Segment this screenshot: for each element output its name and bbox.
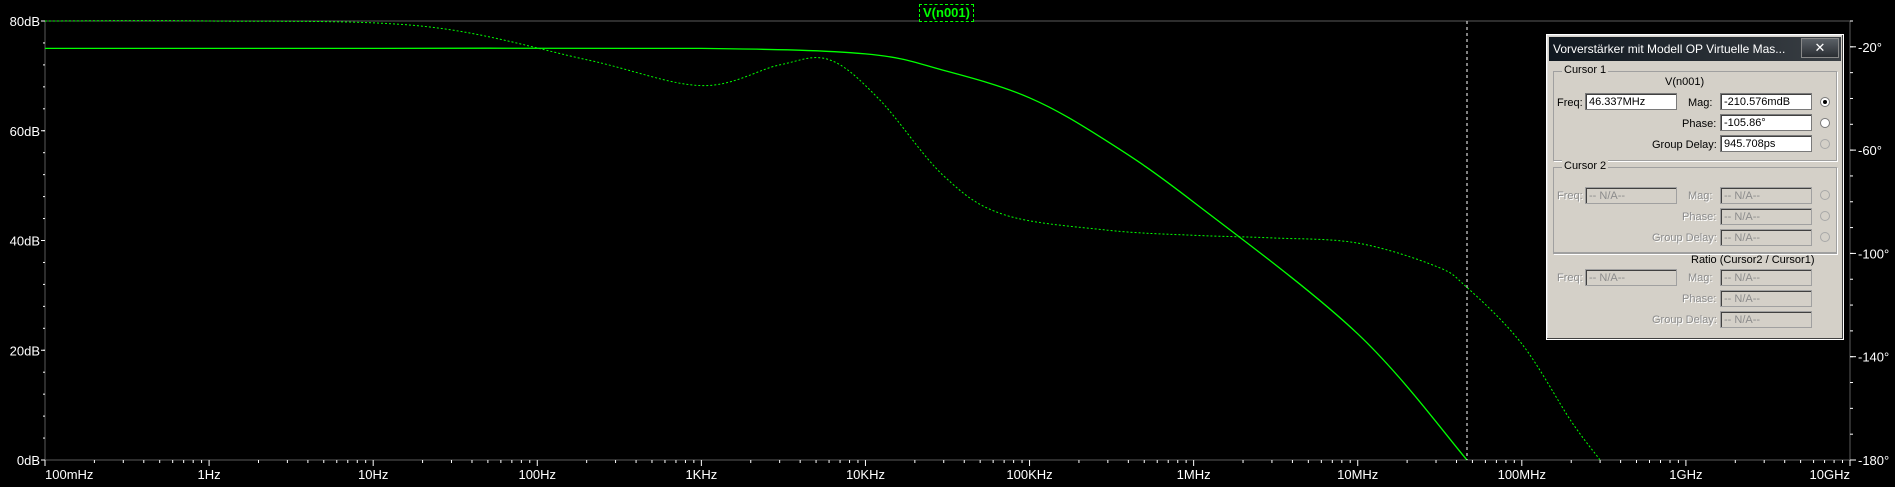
x-tick-label: 10GHz <box>1810 467 1850 482</box>
cursor-1-phase-field[interactable]: -105.86° <box>1720 114 1812 131</box>
cursor-2-freq-label: Freq: <box>1557 190 1583 202</box>
cursor-1-mag-label: Mag: <box>1688 97 1713 109</box>
cursor-2-gd-radio[interactable] <box>1820 232 1830 242</box>
phase-trace[interactable] <box>44 20 1601 461</box>
magnitude-trace[interactable] <box>45 47 1468 461</box>
x-tick-label: 100MHz <box>1498 467 1546 482</box>
ratio-freq-field[interactable]: -- N/A-- <box>1585 269 1677 286</box>
ratio-mag-field[interactable]: -- N/A-- <box>1720 269 1812 286</box>
cursor-2-phase-field[interactable]: -- N/A-- <box>1720 208 1812 225</box>
y2-tick-label: -60° <box>1858 143 1882 158</box>
ratio-gd-field[interactable]: -- N/A-- <box>1720 311 1812 328</box>
ratio-phase-label: Phase: <box>1682 293 1717 305</box>
cursor-1-gd-label: Group Delay: <box>1652 139 1717 151</box>
x-tick-label: 100Hz <box>518 467 556 482</box>
cursor-2-phase-label: Phase: <box>1682 211 1717 223</box>
cursor-2-freq-field[interactable]: -- N/A-- <box>1585 187 1677 204</box>
dialog-title[interactable]: Vorverstärker mit Modell OP Virtuelle Ma… <box>1549 37 1841 61</box>
x-tick-label: 1Hz <box>198 467 221 482</box>
y-tick-label: 40dB <box>10 234 40 249</box>
cursor-2-mag-label: Mag: <box>1688 190 1713 202</box>
cursor-2-gd-field[interactable]: -- N/A-- <box>1720 229 1812 246</box>
cursor-1-phase-radio[interactable] <box>1820 118 1830 128</box>
x-tick-label: 1GHz <box>1669 467 1702 482</box>
cursor-1-title: Cursor 1 <box>1562 64 1609 76</box>
cursor-1-freq-label: Freq: <box>1557 97 1583 109</box>
cursor-2-phase-radio[interactable] <box>1820 211 1830 221</box>
cursor-dialog[interactable]: Vorverstärker mit Modell OP Virtuelle Ma… <box>1546 34 1844 340</box>
ratio-mag-label: Mag: <box>1688 272 1713 284</box>
x-tick-label: 1KHz <box>685 467 717 482</box>
x-tick-label: 10MHz <box>1337 467 1378 482</box>
cursor-1-phase-label: Phase: <box>1682 118 1717 130</box>
y-tick-label: 20dB <box>10 343 40 358</box>
y2-tick-label: -100° <box>1858 246 1889 261</box>
cursor-2-title: Cursor 2 <box>1562 160 1609 172</box>
cursor-1-freq-field[interactable]: 46.337MHz <box>1585 93 1677 110</box>
cursor-2-gd-label: Group Delay: <box>1652 232 1717 244</box>
ratio-freq-label: Freq: <box>1557 272 1583 284</box>
y-tick-label: 0dB <box>17 453 40 468</box>
y2-tick-label: -20° <box>1858 40 1882 55</box>
cursor-1-gd-field[interactable]: 945.708ps <box>1720 135 1812 152</box>
ratio-gd-label: Group Delay: <box>1652 314 1717 326</box>
y-tick-label: 80dB <box>10 14 40 29</box>
cursor-1-mag-field[interactable]: -210.576mdB <box>1720 93 1812 110</box>
x-tick-label: 100mHz <box>45 467 93 482</box>
ratio-phase-field[interactable]: -- N/A-- <box>1720 290 1812 307</box>
cursor-2-mag-field[interactable]: -- N/A-- <box>1720 187 1812 204</box>
trace-label[interactable]: V(n001) <box>919 4 974 22</box>
y2-tick-label: -180° <box>1858 453 1889 468</box>
y-tick-label: 60dB <box>10 124 40 139</box>
phase-axis-labels: -20° -60° -100° -140° -180° <box>1858 40 1889 468</box>
x-tick-label: 10Hz <box>358 467 388 482</box>
x-tick-label: 1MHz <box>1177 467 1211 482</box>
y-axis-labels: 80dB 60dB 40dB 20dB 0dB <box>10 14 40 468</box>
x-tick-label: 100KHz <box>1006 467 1052 482</box>
close-button[interactable]: ✕ <box>1801 38 1839 58</box>
ratio-title: Ratio (Cursor2 / Cursor1) <box>1691 254 1815 266</box>
cursor-1-mag-radio[interactable] <box>1820 97 1830 107</box>
cursor-1-trace-name: V(n001) <box>1665 76 1705 88</box>
cursor-2-mag-radio[interactable] <box>1820 190 1830 200</box>
x-tick-label: 10KHz <box>846 467 885 482</box>
x-axis-labels: 100mHz 1Hz 10Hz 100Hz 1KHz 10KHz 100KHz 1MHz 10M… <box>45 467 1850 482</box>
y2-tick-label: -140° <box>1858 350 1889 365</box>
cursor-1-gd-radio[interactable] <box>1820 139 1830 149</box>
